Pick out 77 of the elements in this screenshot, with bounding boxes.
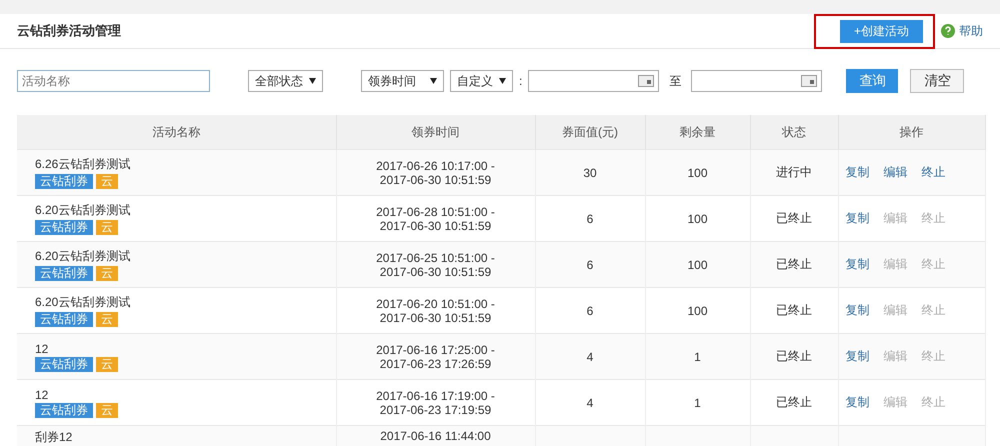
column-header: 券面值(元)	[535, 115, 645, 150]
create-activity-button[interactable]: +创建活动	[840, 20, 923, 42]
activity-tag: 云钻刮券	[35, 356, 93, 372]
action-link[interactable]: 编辑	[884, 164, 908, 181]
time-type-select[interactable]: 领券时间	[361, 70, 444, 92]
caret-icon	[499, 78, 506, 84]
activity-tag: 云	[96, 266, 118, 281]
column-header: 状态	[750, 115, 838, 150]
calendar-icon[interactable]	[638, 75, 654, 87]
coupon-value: 4	[586, 350, 594, 364]
action-link[interactable]: 复制	[846, 164, 870, 181]
activity-name: 6.20云钻刮券测试	[35, 294, 132, 311]
status-text: 已终止	[776, 349, 812, 363]
claim-time: 2017-06-16 17:25:00 - 2017-06-23 17:26:59	[375, 342, 496, 370]
activity-tag: 云	[96, 356, 118, 372]
status-text: 已终止	[776, 211, 812, 225]
column-header: 活动名称	[17, 115, 336, 150]
claim-time: 2017-06-20 10:51:00 - 2017-06-30 10:51:59	[375, 296, 496, 324]
claim-time: 2017-06-26 10:17:00 - 2017-06-30 10:51:59	[375, 158, 496, 186]
end-date-field[interactable]	[691, 70, 822, 92]
activity-name: 12	[35, 388, 50, 402]
activity-tag: 云	[96, 220, 118, 235]
coupon-value: 30	[583, 166, 597, 180]
caret-icon	[309, 78, 316, 84]
status-text: 已终止	[776, 303, 812, 317]
colon-label: :	[519, 74, 522, 88]
action-link[interactable]: 复制	[846, 394, 870, 411]
activity-tag: 云	[96, 312, 118, 327]
column-header: 剩余量	[645, 115, 750, 150]
activity-tag: 云钻刮券	[35, 312, 93, 327]
start-date-field[interactable]	[528, 70, 660, 92]
claim-time: 2017-06-28 10:51:00 - 2017-06-30 10:51:59	[375, 204, 496, 232]
query-button[interactable]: 查询	[846, 69, 898, 93]
caret-icon	[430, 78, 437, 84]
clear-button[interactable]: 清空	[910, 69, 964, 93]
to-label: 至	[669, 72, 682, 90]
remaining-count: 1	[694, 350, 701, 364]
coupon-value: 4	[586, 396, 594, 410]
claim-time: 2017-06-16 17:19:00 - 2017-06-23 17:19:59	[375, 388, 496, 416]
status-text: 进行中	[776, 165, 812, 179]
activity-tag: 云钻刮券	[35, 402, 93, 418]
calendar-icon[interactable]	[801, 75, 818, 87]
action-link[interactable]: 复制	[846, 210, 870, 227]
action-link[interactable]: 复制	[846, 302, 870, 319]
activity-name: 6.26云钻刮券测试	[35, 156, 132, 173]
remaining-count: 100	[687, 258, 708, 272]
activity-name-field[interactable]: 活动名称	[17, 70, 210, 92]
status-text: 已终止	[776, 395, 812, 409]
activity-tag: 云	[96, 402, 118, 418]
remaining-count: 100	[687, 212, 708, 226]
activity-name: 刮券12	[35, 429, 74, 446]
claim-time: 2017-06-25 10:51:00 - 2017-06-30 10:51:59	[375, 250, 496, 278]
activity-tag: 云钻刮券	[35, 266, 93, 281]
page-title: 云钻刮券活动管理	[17, 22, 122, 40]
activity-tag: 云	[96, 174, 118, 189]
activity-name: 12	[35, 342, 50, 356]
activity-name: 6.20云钻刮券测试	[35, 202, 132, 219]
activity-tag: 云钻刮券	[35, 220, 93, 235]
status-select[interactable]: 全部状态	[248, 70, 323, 92]
help-link[interactable]: 帮助	[959, 22, 983, 40]
action-link[interactable]: 复制	[846, 256, 870, 273]
column-header: 操作	[838, 115, 985, 150]
remaining-count: 100	[687, 166, 708, 180]
remaining-count: 100	[687, 304, 708, 318]
help-icon[interactable]	[941, 24, 955, 38]
action-link[interactable]: 复制	[846, 348, 870, 365]
action-link[interactable]: 终止	[922, 164, 946, 181]
remaining-count: 1	[694, 396, 701, 410]
range-select[interactable]: 自定义	[450, 70, 513, 92]
claim-time: 2017-06-16 11:44:00	[379, 429, 492, 443]
activity-name: 6.20云钻刮券测试	[35, 248, 132, 265]
coupon-value: 6	[586, 304, 594, 318]
coupon-value: 6	[586, 212, 594, 226]
column-header: 领券时间	[336, 115, 535, 150]
activity-tag: 云钻刮券	[35, 174, 93, 189]
coupon-value: 6	[586, 258, 594, 272]
status-text: 已终止	[776, 257, 812, 271]
